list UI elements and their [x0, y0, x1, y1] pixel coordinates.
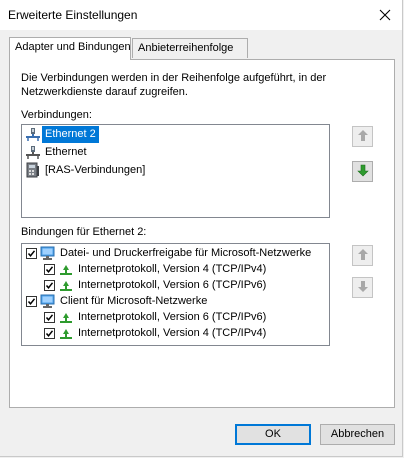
ras-phone-icon — [25, 162, 41, 185]
description-text: Die Verbindungen werden in der Reihenfol… — [21, 72, 327, 98]
binding-checkbox[interactable] — [44, 328, 55, 339]
close-icon[interactable] — [376, 6, 394, 24]
connections-label: Verbindungen: — [21, 109, 92, 121]
binding-item-ms-client[interactable]: Client für Microsoft-Netzwerke — [24, 293, 324, 310]
binding-checkbox[interactable] — [26, 248, 37, 259]
dialog-window: Erweiterte Einstellungen Adapter und Bin… — [0, 0, 403, 457]
tab-label: Adapter und Bindungen — [15, 41, 131, 53]
binding-checkbox[interactable] — [44, 312, 55, 323]
bindings-label: Bindungen für Ethernet 2: — [21, 226, 147, 238]
connection-label: Ethernet — [45, 146, 87, 158]
bindings-tree[interactable]: Datei- und Druckerfreigabe für Microsoft… — [21, 243, 330, 346]
binding-label: Internetprotokoll, Version 6 (TCP/IPv6) — [78, 311, 267, 323]
binding-move-up-button[interactable] — [352, 245, 373, 266]
binding-item-ipv4[interactable]: Internetprotokoll, Version 4 (TCP/IPv4) — [24, 261, 324, 278]
tab-panel: Die Verbindungen werden in der Reihenfol… — [9, 59, 395, 408]
title-bar: Erweiterte Einstellungen — [0, 0, 402, 30]
connection-move-up-button[interactable] — [352, 126, 373, 147]
window-title: Erweiterte Einstellungen — [8, 8, 138, 22]
protocol-icon — [59, 327, 73, 346]
binding-item-file-printer-sharing[interactable]: Datei- und Druckerfreigabe für Microsoft… — [24, 245, 324, 262]
arrow-up-icon — [357, 129, 369, 145]
tab-label: Anbieterreihenfolge — [138, 42, 234, 54]
binding-label: Internetprotokoll, Version 4 (TCP/IPv4) — [78, 263, 267, 275]
binding-item-ipv4[interactable]: Internetprotokoll, Version 4 (TCP/IPv4) — [24, 325, 324, 342]
arrow-down-icon — [357, 280, 369, 296]
binding-item-ipv6[interactable]: Internetprotokoll, Version 6 (TCP/IPv6) — [24, 277, 324, 294]
tab-provider-order[interactable]: Anbieterreihenfolge — [132, 38, 248, 58]
binding-checkbox[interactable] — [44, 264, 55, 275]
connections-list[interactable]: Ethernet 2 Ethernet [RAS-Verbindungen] — [21, 124, 330, 218]
arrow-down-icon — [356, 164, 369, 180]
binding-label: Internetprotokoll, Version 6 (TCP/IPv6) — [78, 279, 267, 291]
ok-button[interactable]: OK — [235, 424, 311, 445]
binding-move-down-button[interactable] — [352, 277, 373, 298]
tab-adapter-bindings[interactable]: Adapter und Bindungen — [9, 37, 131, 60]
binding-label: Client für Microsoft-Netzwerke — [60, 295, 208, 307]
binding-label: Datei- und Druckerfreigabe für Microsoft… — [60, 247, 312, 259]
binding-label: Internetprotokoll, Version 4 (TCP/IPv4) — [78, 327, 267, 339]
connection-move-down-button[interactable] — [352, 161, 373, 182]
binding-checkbox[interactable] — [44, 280, 55, 291]
connection-label: Ethernet 2 — [42, 126, 99, 143]
cancel-button[interactable]: Abbrechen — [320, 424, 395, 445]
arrow-up-icon — [357, 248, 369, 264]
binding-item-ipv6[interactable]: Internetprotokoll, Version 6 (TCP/IPv6) — [24, 309, 324, 326]
connection-label: [RAS-Verbindungen] — [45, 164, 146, 176]
binding-checkbox[interactable] — [26, 296, 37, 307]
